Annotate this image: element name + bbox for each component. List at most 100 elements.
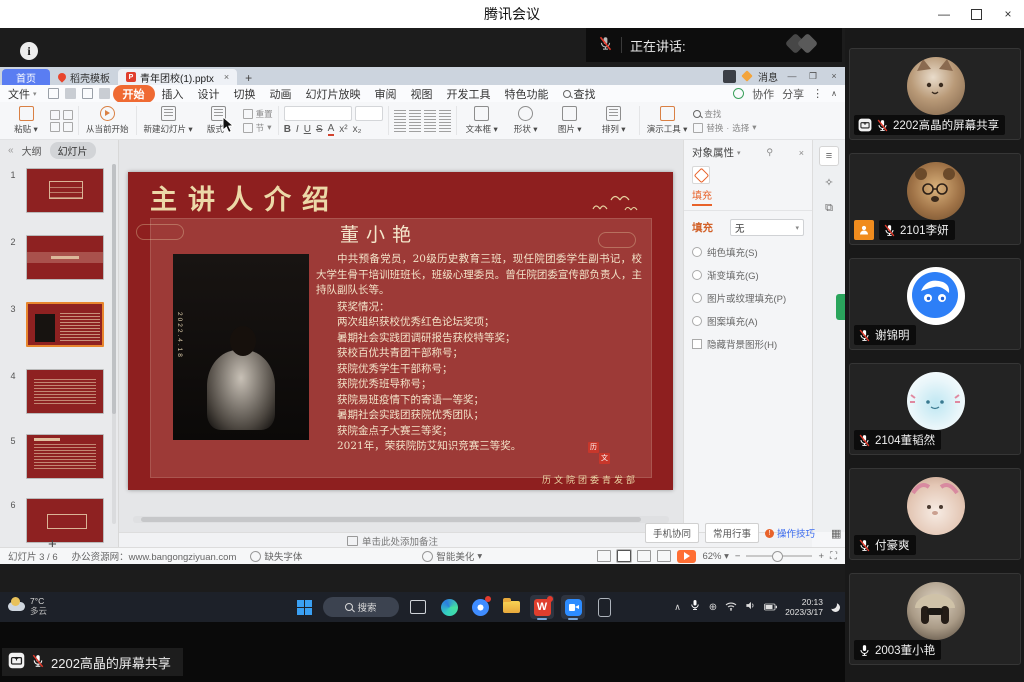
menu-切换[interactable]: 切换 [227,86,263,102]
tray-clock[interactable]: 20:13 2023/3/17 [785,597,823,617]
tray-accessibility-icon[interactable]: ⊕ [709,602,717,613]
tray-volume-icon[interactable] [745,598,756,616]
collab-button[interactable]: 协作 [752,86,774,102]
taskbar-explorer-icon[interactable] [499,595,523,619]
save-icon[interactable] [48,88,59,99]
menu-设计[interactable]: 设计 [191,86,227,102]
slide-thumbnail-4[interactable] [26,369,104,414]
section-button[interactable]: 节 ▾ [243,122,273,134]
slide-thumbnail-3[interactable] [26,302,104,347]
font-size-input[interactable] [355,106,383,121]
taskbar-edge-icon[interactable] [437,595,461,619]
reset-button[interactable]: 重置 [243,108,273,120]
weather-widget[interactable]: 7°C 多云 [8,596,47,616]
tab-slides[interactable]: 幻灯片 [50,142,96,159]
slide-thumbnail-5[interactable] [26,434,104,479]
tray-battery-icon[interactable] [764,598,777,616]
paste-button[interactable]: 粘贴 ▾ [4,104,48,137]
normal-view-icon[interactable] [617,550,631,562]
bullets-icon[interactable] [394,110,406,120]
tray-mic-icon[interactable] [689,598,701,616]
participant-tile[interactable]: 2101李妍 [849,153,1021,245]
menu-特色功能[interactable]: 特色功能 [498,86,556,102]
tray-network-icon[interactable] [725,598,737,616]
tab-docer[interactable]: 稻壳模板 [50,69,118,85]
participant-tile[interactable]: 谢锦明 [849,258,1021,350]
superscript-button[interactable]: x² [339,124,347,135]
grid-menu-icon[interactable]: ▦ [831,527,842,540]
font-color-button[interactable]: A [328,123,335,136]
slide-thumbnail-1[interactable] [26,168,104,213]
indent-decrease-icon[interactable] [424,110,436,120]
arrange-button[interactable]: 排列 ▾ [592,104,636,137]
undo-icon[interactable] [82,88,93,99]
numbering-icon[interactable] [409,110,421,120]
fullscreen-icon[interactable]: ⛶ [830,551,837,562]
cut-icon[interactable] [50,110,60,120]
message-label[interactable]: 消息 [758,69,778,84]
taskbar-search[interactable]: 搜索 [323,597,399,617]
beautify-button[interactable]: 智能美化 ▾ [422,549,482,563]
missing-font-status[interactable]: 缺失字体 [250,549,302,563]
slide-thumbnail-2[interactable] [26,235,104,280]
play-from-current-button[interactable]: 从当前开始 [82,104,133,137]
align-center-icon[interactable] [409,122,421,132]
font-name-input[interactable] [284,106,352,121]
redo-icon[interactable] [99,88,110,99]
fill-radio-option[interactable]: 图案填充(A) [692,314,804,328]
outline-view-icon[interactable] [597,550,611,562]
clear-icon[interactable] [63,122,73,132]
tab-document[interactable]: P 青年团校(1).pptx × [118,69,237,85]
tips-link[interactable]: ! 操作技巧 [765,526,815,540]
cloud-sync-icon[interactable] [733,88,744,99]
justify-icon[interactable] [439,122,451,132]
indent-increase-icon[interactable] [439,110,451,120]
menu-动画[interactable]: 动画 [263,86,299,102]
tray-expand-icon[interactable]: ∧ [674,602,681,613]
phone-sync-button[interactable]: 手机协同 [645,523,699,543]
sorter-view-icon[interactable] [637,550,651,562]
textbox-button[interactable]: 文本框 ▾ [460,104,504,137]
fill-tab[interactable]: 填充 [692,187,712,206]
notification-moon-icon[interactable] [831,603,840,612]
wps-minimize-button[interactable]: — [785,71,799,81]
taskbar-wps-icon[interactable]: W [530,595,554,619]
tab-home[interactable]: 首页 [2,69,50,85]
zoom-out-button[interactable]: − [735,551,741,562]
quick-actions-button[interactable]: 常用行事 [705,523,759,543]
replace-button[interactable]: 替换 · 选择 ▾ [693,122,756,134]
hide-background-checkbox[interactable]: 隐藏背景图形(H) [692,337,804,351]
menu-插入[interactable]: 插入 [155,86,191,102]
align-left-icon[interactable] [394,122,406,132]
menu-开始[interactable]: 开始 [113,85,155,103]
bold-button[interactable]: B [284,124,291,135]
select-button[interactable]: 选择 [732,122,749,134]
close-tab-icon[interactable]: × [224,72,229,82]
zoom-in-button[interactable]: + [818,551,824,562]
print-icon[interactable] [65,88,76,99]
collapse-ribbon-icon[interactable]: ∧ [831,89,837,98]
zoom-slider-knob[interactable] [772,551,783,562]
more-icon[interactable]: ⋮ [812,87,823,100]
tab-outline[interactable]: 大纲 [22,143,42,158]
fill-select[interactable]: 无▾ [730,219,804,236]
shape-button[interactable]: 形状 ▾ [504,104,548,137]
subscript-button[interactable]: x₂ [353,124,362,135]
wps-close-button[interactable]: × [827,71,841,81]
fill-radio-option[interactable]: 纯色填充(S) [692,245,804,259]
horizontal-scrollbar[interactable] [133,516,669,523]
animation-strip-icon[interactable]: ✧ [819,172,839,192]
panel-close-icon[interactable]: × [793,148,804,158]
wps-avatar[interactable] [723,70,736,83]
participant-tile[interactable]: 2003董小艳 [849,573,1021,665]
pin-icon[interactable]: ⚲ [760,147,773,158]
taskbar-meeting-icon[interactable] [561,595,585,619]
fill-radio-option[interactable]: 图片或纹理填充(P) [692,291,804,305]
taskbar-browser-icon[interactable] [468,595,492,619]
fill-radio-option[interactable]: 渐变填充(G) [692,268,804,282]
thumbnail-scrollbar[interactable] [112,164,116,524]
menu-视图[interactable]: 视图 [404,86,440,102]
menu-find[interactable]: 查找 [556,86,603,102]
ribbon-find-button[interactable]: 查找 [693,108,756,120]
italic-button[interactable]: I [296,124,299,135]
